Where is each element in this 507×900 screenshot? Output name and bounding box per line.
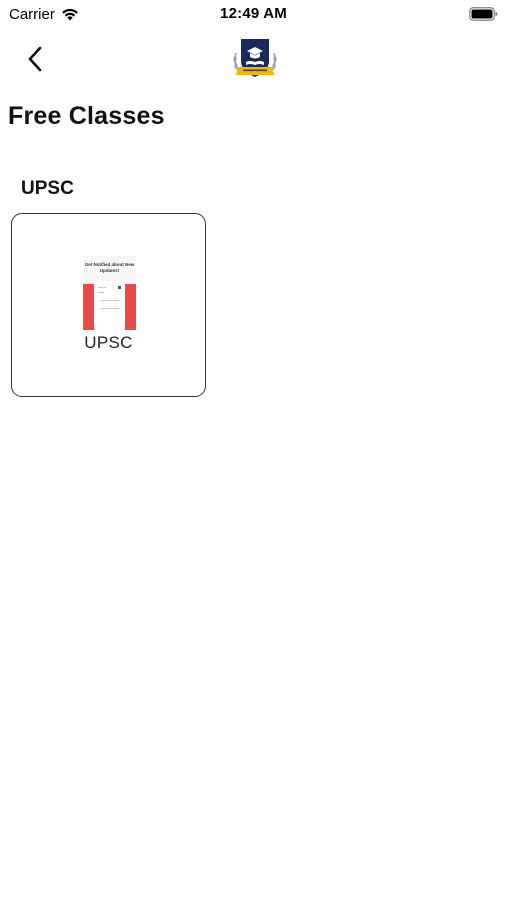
thumbnail-phone-mockup [94, 281, 125, 330]
battery-icon [469, 7, 498, 21]
status-bar: Carrier 12:49 AM [0, 0, 507, 28]
class-card-upsc[interactable]: Get Notified about New Updates! UPSC [11, 213, 206, 397]
back-button[interactable] [18, 42, 52, 76]
screen: Carrier 12:49 AM Free Classes UPSC Get N… [0, 0, 507, 900]
page-title: Free Classes [8, 102, 165, 130]
class-card-label: UPSC [84, 333, 133, 352]
status-time: 12:49 AM [220, 5, 287, 22]
section-heading: UPSC [21, 178, 74, 199]
chevron-left-icon [28, 46, 42, 72]
academy-crest-logo [233, 39, 277, 77]
nav-bar [0, 30, 507, 88]
class-thumbnail: Get Notified about New Updates! [83, 256, 136, 330]
thumbnail-headline: Get Notified about New Updates! [83, 256, 136, 282]
